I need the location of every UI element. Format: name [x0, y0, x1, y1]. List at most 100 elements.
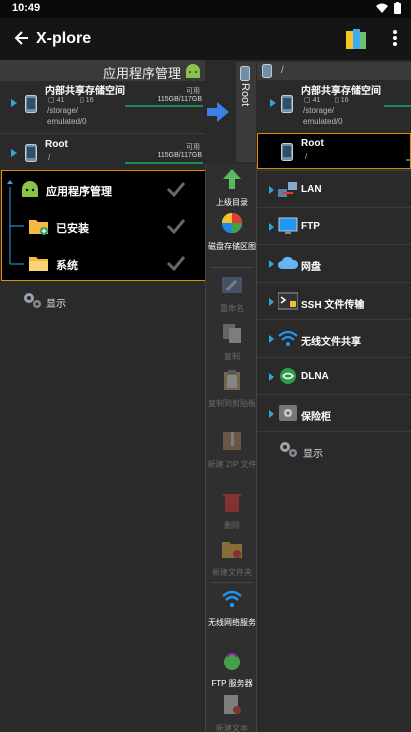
battery-icon	[394, 2, 401, 14]
android-icon	[184, 62, 202, 79]
expand-arrow-icon[interactable]	[269, 260, 274, 268]
monitor-icon	[278, 217, 298, 234]
rename-button[interactable]: 重命名	[206, 274, 258, 314]
tree-item-system[interactable]: 系统	[2, 245, 204, 281]
ftp-server-button[interactable]: FTP 服务器	[206, 649, 258, 689]
vault-icon	[279, 405, 297, 421]
network-item-dlna[interactable]: DLNA	[257, 357, 411, 394]
network-item-vault[interactable]: 保险柜	[257, 394, 411, 431]
show-settings-right[interactable]: 显示	[278, 440, 323, 463]
expand-arrow-icon[interactable]	[269, 335, 274, 343]
new-text-button[interactable]: 新建文本	[206, 694, 258, 732]
status-time: 10:49	[12, 2, 41, 14]
expand-arrow-icon[interactable]	[269, 223, 274, 231]
left-pane-title: 应用程序管理	[102, 66, 181, 81]
tree-item-app-manager[interactable]: 应用程序管理	[2, 171, 204, 207]
ftp-server-icon	[224, 653, 240, 670]
zip-icon	[223, 432, 241, 450]
storage-size: 115GB/117GB	[157, 152, 203, 159]
network-item-wifi-share[interactable]: 无线文件共享	[257, 319, 411, 356]
wifi-server-button[interactable]: 无线网络服务	[206, 588, 258, 628]
expand-arrow-icon[interactable]	[269, 186, 274, 194]
new-folder-button[interactable]: 新建文件夹	[206, 538, 258, 578]
folder-count: ▯ 16	[80, 97, 94, 104]
volume-name: Root	[301, 138, 324, 149]
volume-name: Root	[45, 139, 68, 150]
network-item-label: 网盘	[301, 262, 321, 273]
expand-arrow-icon[interactable]	[11, 149, 17, 157]
overflow-menu-icon[interactable]	[391, 28, 399, 50]
bookmarks-icon[interactable]	[345, 27, 367, 51]
storage-bar	[125, 105, 203, 107]
new-zip-button[interactable]: 新建 ZIP 文件	[206, 430, 258, 470]
phone-storage-icon	[281, 143, 293, 161]
phone-storage-icon	[240, 66, 250, 81]
folder-icon	[29, 257, 48, 271]
tree-item-label: 应用程序管理	[46, 186, 112, 198]
cloud-icon	[278, 256, 298, 269]
copy-button[interactable]: 复制	[206, 322, 258, 362]
file-count: ▢ 41	[304, 97, 321, 104]
wifi-icon	[222, 590, 242, 608]
network-item-ssh[interactable]: SSH 文件传输	[257, 282, 411, 319]
network-item-cloud[interactable]: 网盘	[257, 244, 411, 281]
copy-icon	[223, 324, 241, 343]
volume-path: /	[305, 152, 308, 161]
phone-storage-icon	[25, 144, 37, 162]
wifi-icon	[278, 330, 298, 346]
copy-to-clipboard-button[interactable]: 复制到剪贴板	[206, 369, 258, 409]
android-icon	[22, 181, 38, 197]
status-icons	[376, 2, 401, 14]
phone-storage-icon	[262, 64, 272, 78]
trash-icon	[223, 494, 241, 512]
volume-internal-storage-right[interactable]: 内部共享存储空间 ▢ 41 ▯ 16 /storage/ emulated/0	[257, 81, 411, 133]
volume-name: 内部共享存储空间	[301, 86, 381, 97]
checkmark-icon[interactable]	[166, 255, 186, 271]
storage-bar	[125, 162, 203, 164]
parent-directory-button[interactable]: 上级目录	[206, 168, 258, 208]
checkmark-icon[interactable]	[166, 218, 186, 234]
gears-icon	[24, 293, 41, 308]
rename-icon	[222, 277, 242, 293]
storage-bar	[406, 159, 410, 161]
expand-arrow-icon[interactable]	[269, 410, 274, 418]
lan-icon	[278, 182, 297, 197]
delete-button[interactable]: 删除	[206, 491, 258, 531]
root-vertical-tab[interactable]: Root	[236, 62, 256, 162]
expand-arrow-icon[interactable]	[269, 298, 274, 306]
network-item-ftp[interactable]: FTP	[257, 207, 411, 244]
checkmark-icon[interactable]	[166, 181, 186, 197]
network-item-label: 保险柜	[301, 412, 331, 423]
storage-bar	[384, 105, 411, 107]
wifi-icon	[376, 3, 388, 13]
expand-arrow-icon[interactable]	[269, 373, 274, 381]
expand-arrow-icon[interactable]	[270, 99, 276, 107]
tree-item-installed[interactable]: 已安装	[2, 208, 204, 244]
available-label: 可用	[186, 88, 200, 95]
network-item-label: LAN	[301, 184, 322, 195]
back-arrow-icon[interactable]	[8, 26, 30, 50]
new-folder-icon	[222, 542, 242, 558]
show-settings-left[interactable]: 显示	[22, 291, 66, 311]
operations-toolbar: 上级目录 磁盘存储区图 重命名 复制 复制到剪贴板 新建 ZIP 文件 删除 新…	[205, 164, 257, 732]
expand-arrow-icon[interactable]	[11, 99, 17, 107]
status-bar: 10:49	[0, 0, 411, 18]
up-arrow-icon	[223, 169, 241, 189]
right-pane-header: /	[257, 62, 411, 80]
tree-item-label: 系统	[56, 260, 78, 272]
right-header-path: /	[281, 65, 284, 76]
ssh-terminal-icon	[278, 292, 298, 310]
volume-root[interactable]: Root / 可用 115GB/117GB	[0, 133, 205, 169]
volume-root-right[interactable]: Root /	[257, 133, 411, 169]
network-item-label: DLNA	[301, 371, 329, 382]
volume-internal-storage[interactable]: 内部共享存储空间 ▢ 41 ▯ 16 可用 115GB/117GB /stora…	[0, 81, 205, 133]
app-title: X-plore	[36, 30, 92, 47]
network-item-label: FTP	[301, 221, 320, 232]
file-count: ▢ 41	[48, 97, 65, 104]
clipboard-icon	[224, 370, 240, 390]
network-item-lan[interactable]: LAN	[257, 170, 411, 207]
disk-map-button[interactable]: 磁盘存储区图	[206, 212, 258, 252]
phone-storage-icon	[25, 95, 37, 113]
show-label: 显示	[303, 449, 323, 460]
folder-add-icon	[29, 220, 48, 235]
